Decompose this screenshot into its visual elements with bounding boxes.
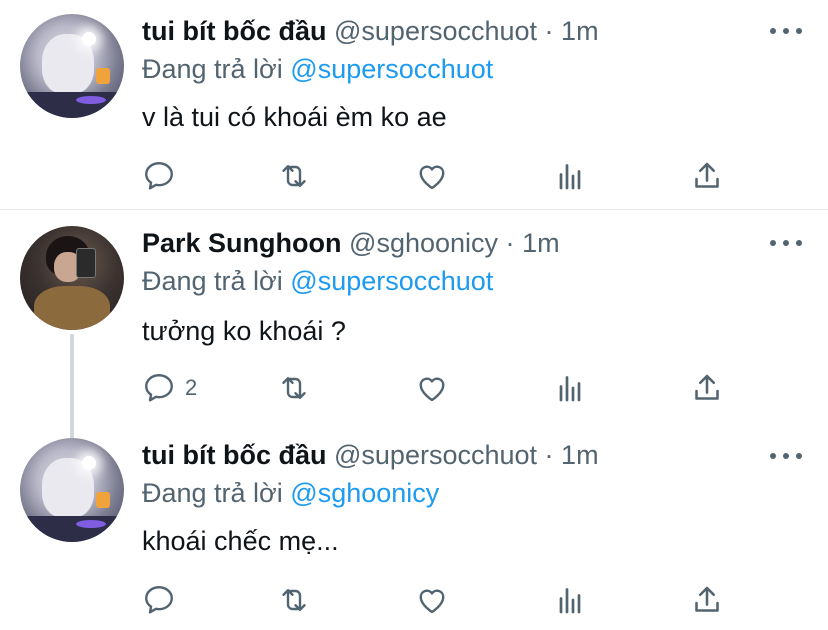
share-button[interactable]: [689, 370, 725, 406]
timestamp[interactable]: 1m: [522, 228, 560, 258]
reply-prefix: Đang trả lời: [142, 54, 283, 84]
like-button[interactable]: [414, 158, 450, 194]
timestamp[interactable]: 1m: [561, 440, 599, 470]
separator-dot: ·: [544, 16, 554, 46]
user-handle[interactable]: @supersocchuot: [334, 440, 537, 470]
user-handle[interactable]: @sghoonicy: [349, 228, 498, 258]
display-name[interactable]: Park Sunghoon: [142, 228, 342, 258]
tweet-header: Park Sunghoon @sghoonicy · 1m: [142, 228, 560, 259]
tweet[interactable]: tui bít bốc đầu @supersocchuot · 1m Đang…: [0, 420, 828, 630]
analytics-icon: [559, 376, 581, 402]
share-icon: [695, 162, 719, 188]
reply-mention-link[interactable]: @supersocchuot: [290, 54, 493, 84]
more-icon[interactable]: [770, 237, 802, 249]
separator-dot: ·: [505, 228, 515, 258]
retweet-icon: [282, 377, 306, 399]
share-button[interactable]: [689, 582, 725, 618]
reply-button[interactable]: 2: [141, 370, 197, 406]
share-button[interactable]: [689, 158, 725, 194]
reply-button[interactable]: [141, 582, 185, 618]
reply-button[interactable]: [141, 158, 185, 194]
analytics-icon: [559, 588, 581, 614]
avatar[interactable]: [20, 14, 124, 118]
tweet-header: tui bít bốc đầu @supersocchuot · 1m: [142, 440, 599, 471]
tweet-actions: [0, 158, 828, 198]
retweet-icon: [282, 589, 306, 611]
avatar[interactable]: [20, 438, 124, 542]
separator-dot: ·: [544, 440, 554, 470]
display-name[interactable]: tui bít bốc đầu: [142, 440, 326, 470]
reply-icon: [145, 162, 173, 190]
like-icon: [419, 377, 445, 402]
retweet-button[interactable]: [276, 370, 312, 406]
analytics-button[interactable]: [552, 582, 588, 618]
share-icon: [695, 374, 719, 400]
reply-mention-link[interactable]: @supersocchuot: [290, 266, 493, 296]
retweet-button[interactable]: [276, 582, 312, 618]
like-button[interactable]: [414, 370, 450, 406]
retweet-icon: [282, 165, 306, 187]
reply-context: Đang trả lời @supersocchuot: [142, 266, 493, 297]
retweet-button[interactable]: [276, 158, 312, 194]
share-icon: [695, 586, 719, 612]
like-icon: [419, 589, 445, 614]
analytics-button[interactable]: [552, 158, 588, 194]
reply-icon: [145, 374, 173, 402]
reply-prefix: Đang trả lời: [142, 266, 283, 296]
more-icon[interactable]: [770, 25, 802, 37]
tweet-header: tui bít bốc đầu @supersocchuot · 1m: [142, 16, 599, 47]
reply-context: Đang trả lời @supersocchuot: [142, 54, 493, 85]
tweet-actions: 2: [0, 370, 828, 410]
reply-icon: [145, 586, 173, 614]
tweet[interactable]: tui bít bốc đầu @supersocchuot · 1m Đang…: [0, 0, 828, 209]
display-name[interactable]: tui bít bốc đầu: [142, 16, 326, 46]
avatar[interactable]: [20, 226, 124, 330]
like-icon: [419, 165, 445, 190]
user-handle[interactable]: @supersocchuot: [334, 16, 537, 46]
analytics-button[interactable]: [552, 370, 588, 406]
reply-count: 2: [185, 375, 198, 400]
reply-prefix: Đang trả lời: [142, 478, 283, 508]
tweet-text: v là tui có khoái èm ko ae: [142, 102, 447, 132]
reply-context: Đang trả lời @sghoonicy: [142, 478, 439, 509]
tweet-text: tưởng ko khoái ?: [142, 316, 346, 346]
more-icon[interactable]: [770, 450, 802, 462]
like-button[interactable]: [414, 582, 450, 618]
tweet-text: khoái chếc mẹ...: [142, 526, 339, 556]
tweet[interactable]: Park Sunghoon @sghoonicy · 1m Đang trả l…: [0, 210, 828, 420]
reply-mention-link[interactable]: @sghoonicy: [290, 478, 439, 508]
timestamp[interactable]: 1m: [561, 16, 599, 46]
tweet-actions: [0, 582, 828, 622]
analytics-icon: [559, 164, 581, 190]
